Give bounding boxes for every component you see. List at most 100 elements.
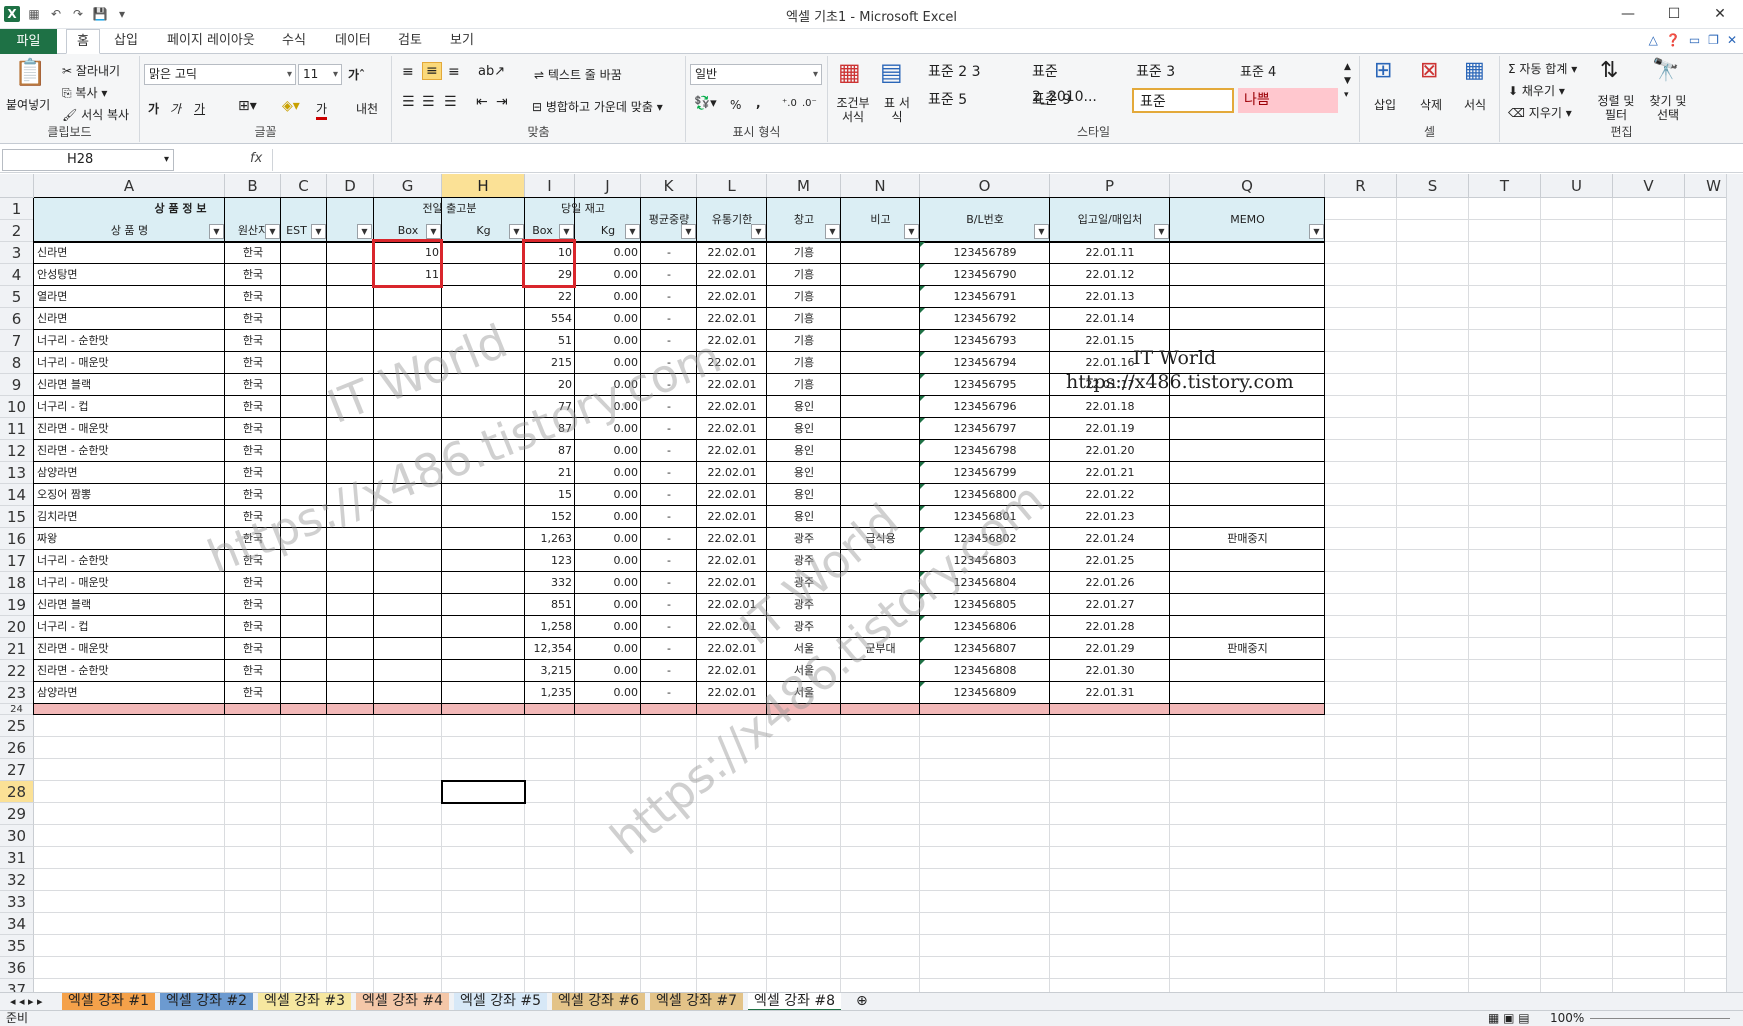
style-normal-5[interactable]: 표준 5 bbox=[922, 88, 1022, 113]
filter-dropdown-7[interactable]: ▼ bbox=[625, 224, 640, 239]
cell-m-4[interactable]: 기흥 bbox=[767, 264, 841, 286]
conditional-format-icon[interactable]: ▦ bbox=[838, 58, 861, 86]
style-normal-3[interactable]: 표준 3 bbox=[1130, 60, 1230, 85]
cell-p-16[interactable]: 22.01.24 bbox=[1050, 528, 1170, 550]
align-right-icon[interactable]: ☰ bbox=[444, 94, 457, 110]
cell-origin-9[interactable]: 한국 bbox=[225, 374, 281, 396]
cell-p-4[interactable]: 22.01.12 bbox=[1050, 264, 1170, 286]
row-header-30[interactable]: 30 bbox=[0, 825, 34, 847]
cell-m-9[interactable]: 기흥 bbox=[767, 374, 841, 396]
cell-m-10[interactable]: 용인 bbox=[767, 396, 841, 418]
cell-g-19[interactable] bbox=[374, 594, 442, 616]
cell-name-20[interactable]: 너구리 - 컵 bbox=[34, 616, 225, 638]
filter-dropdown-5[interactable]: ▼ bbox=[509, 224, 524, 239]
collapse-ribbon-icon[interactable]: △ bbox=[1649, 33, 1658, 47]
cell-j-7[interactable]: 0.00 bbox=[575, 330, 641, 352]
cell-n-8[interactable] bbox=[841, 352, 920, 374]
row-header-16[interactable]: 16 bbox=[0, 528, 34, 550]
cell-j-15[interactable]: 0.00 bbox=[575, 506, 641, 528]
column-header-p[interactable]: P bbox=[1050, 174, 1170, 198]
format-cells-button[interactable]: 서식 bbox=[1464, 96, 1486, 113]
cell-j-6[interactable]: 0.00 bbox=[575, 308, 641, 330]
cell-n-10[interactable] bbox=[841, 396, 920, 418]
cell-q-16[interactable]: 판매중지 bbox=[1170, 528, 1325, 550]
column-header-a[interactable]: A bbox=[34, 174, 225, 198]
italic-button[interactable]: 가 bbox=[170, 100, 181, 117]
cell-origin-12[interactable]: 한국 bbox=[225, 440, 281, 462]
cell-o-8[interactable]: 123456794 bbox=[920, 352, 1050, 374]
cell-name-18[interactable]: 너구리 - 매운맛 bbox=[34, 572, 225, 594]
cell-l-22[interactable]: 22.02.01 bbox=[697, 660, 767, 682]
cell-j-12[interactable]: 0.00 bbox=[575, 440, 641, 462]
insert-cells-button[interactable]: 삽입 bbox=[1374, 96, 1396, 113]
cell-q-20[interactable] bbox=[1170, 616, 1325, 638]
column-header-m[interactable]: M bbox=[767, 174, 841, 198]
close-button[interactable]: ✕ bbox=[1697, 0, 1743, 29]
column-header-c[interactable]: C bbox=[281, 174, 327, 198]
cell-q-6[interactable] bbox=[1170, 308, 1325, 330]
sheet-tab-1[interactable]: 엑셀 강좌 #1 bbox=[62, 993, 156, 1011]
filter-dropdown-13[interactable]: ▼ bbox=[1154, 224, 1169, 239]
cell-g-18[interactable] bbox=[374, 572, 442, 594]
cell-p-15[interactable]: 22.01.23 bbox=[1050, 506, 1170, 528]
row-header-27[interactable]: 27 bbox=[0, 759, 34, 781]
autosum-button[interactable]: Σ 자동 합계 ▾ bbox=[1508, 60, 1577, 77]
cell-k-15[interactable]: - bbox=[641, 506, 697, 528]
format-table-button[interactable]: 표 서식 bbox=[880, 96, 914, 124]
cell-q-21[interactable]: 판매중지 bbox=[1170, 638, 1325, 660]
cell-k-20[interactable]: - bbox=[641, 616, 697, 638]
row-header-35[interactable]: 35 bbox=[0, 935, 34, 957]
copy-button[interactable]: ⎘ 복사 ▾ bbox=[62, 84, 107, 101]
cell-j-3[interactable]: 0.00 bbox=[575, 242, 641, 264]
cell-m-15[interactable]: 용인 bbox=[767, 506, 841, 528]
cell-name-13[interactable]: 삼양라면 bbox=[34, 462, 225, 484]
cell-n-11[interactable] bbox=[841, 418, 920, 440]
tab-insert[interactable]: 삽입 bbox=[104, 29, 148, 54]
paste-icon[interactable]: 📋 bbox=[14, 58, 46, 88]
cell-g-20[interactable] bbox=[374, 616, 442, 638]
align-bottom-icon[interactable]: ≡ bbox=[448, 64, 460, 80]
sheet-tab-4[interactable]: 엑셀 강좌 #4 bbox=[356, 993, 450, 1011]
font-color-button[interactable]: 가 bbox=[316, 100, 328, 120]
style-normal[interactable]: 표준 bbox=[1132, 88, 1234, 113]
row-header-1[interactable]: 1 bbox=[0, 198, 34, 220]
cell-name-9[interactable]: 신라면 블랙 bbox=[34, 374, 225, 396]
row-header-22[interactable]: 22 bbox=[0, 660, 34, 682]
filter-dropdown-8[interactable]: ▼ bbox=[681, 224, 696, 239]
cell-q-3[interactable] bbox=[1170, 242, 1325, 264]
style-normal-9[interactable]: 표준 9 bbox=[1026, 88, 1126, 113]
format-cells-icon[interactable]: ▦ bbox=[1464, 58, 1485, 83]
cell-name-17[interactable]: 너구리 - 순한맛 bbox=[34, 550, 225, 572]
cell-p-22[interactable]: 22.01.30 bbox=[1050, 660, 1170, 682]
cell-k-21[interactable]: - bbox=[641, 638, 697, 660]
cell-j-13[interactable]: 0.00 bbox=[575, 462, 641, 484]
cell-l-16[interactable]: 22.02.01 bbox=[697, 528, 767, 550]
worksheet-grid[interactable]: A B C D G H I J K L M N O P Q R S T U V W 1 2 3 4 5 6 7 8 9 10 11 12 13 14… bbox=[0, 174, 1743, 992]
currency-icon[interactable]: 💱▾ bbox=[694, 96, 717, 111]
tab-file[interactable]: 파일 bbox=[0, 29, 57, 54]
cell-l-14[interactable]: 22.02.01 bbox=[697, 484, 767, 506]
cell-i-18[interactable]: 332 bbox=[525, 572, 575, 594]
cell-m-6[interactable]: 기흥 bbox=[767, 308, 841, 330]
column-header-i[interactable]: I bbox=[525, 174, 575, 198]
cell-j-21[interactable]: 0.00 bbox=[575, 638, 641, 660]
cell-l-12[interactable]: 22.02.01 bbox=[697, 440, 767, 462]
sheet-tab-7[interactable]: 엑셀 강좌 #7 bbox=[650, 993, 744, 1011]
cell-p-21[interactable]: 22.01.29 bbox=[1050, 638, 1170, 660]
column-header-l[interactable]: L bbox=[697, 174, 767, 198]
cell-m-3[interactable]: 기흥 bbox=[767, 242, 841, 264]
cell-name-22[interactable]: 진라면 - 순한맛 bbox=[34, 660, 225, 682]
column-header-s[interactable]: S bbox=[1397, 174, 1469, 198]
decrease-decimal-icon[interactable]: .0⁻ bbox=[802, 98, 817, 109]
cell-k-3[interactable]: - bbox=[641, 242, 697, 264]
filter-dropdown-9[interactable]: ▼ bbox=[751, 224, 766, 239]
sheet-tab-6[interactable]: 엑셀 강좌 #6 bbox=[552, 993, 646, 1011]
paste-button[interactable]: 붙여넣기 bbox=[6, 96, 50, 113]
cell-j-20[interactable]: 0.00 bbox=[575, 616, 641, 638]
cell-o-23[interactable]: 123456809 bbox=[920, 682, 1050, 704]
cell-i-19[interactable]: 851 bbox=[525, 594, 575, 616]
cell-origin-13[interactable]: 한국 bbox=[225, 462, 281, 484]
view-mode-icons[interactable]: ▦ ▣ ▤ bbox=[1488, 1011, 1530, 1026]
number-format-select[interactable]: 일반 bbox=[690, 64, 822, 85]
sheet-nav-icon[interactable]: ◂ ◂ ▸ ▸ bbox=[4, 993, 49, 1011]
